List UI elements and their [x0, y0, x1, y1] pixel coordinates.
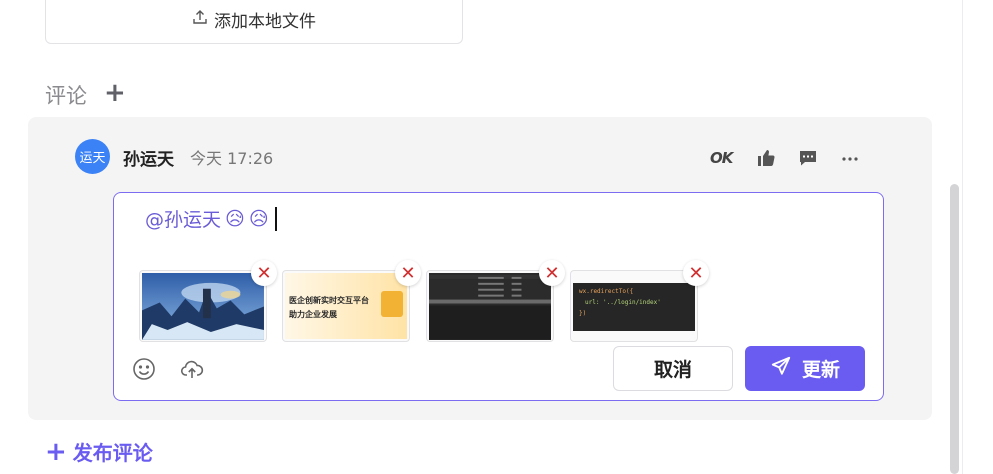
add-local-file-button[interactable]: 添加本地文件 [45, 0, 463, 44]
add-comment-plus-icon[interactable]: + [104, 79, 126, 107]
update-button[interactable]: 更新 [745, 346, 865, 391]
banner-caption-line2: 助力企业发展 [289, 310, 337, 319]
log-table-screenshot [429, 273, 551, 340]
cancel-button[interactable]: 取消 [613, 346, 733, 391]
banner-graphic [381, 291, 403, 317]
sad-emoji: 😥 [248, 207, 269, 230]
publish-comment-label: 发布评论 [72, 441, 153, 465]
remove-image-button[interactable]: ✕ [395, 260, 421, 286]
avatar: 运天 [75, 139, 110, 174]
emoji-icon[interactable] [131, 356, 157, 382]
code-line: url: '../login/index' [585, 299, 661, 306]
more-icon[interactable] [838, 147, 862, 169]
code-snippet-screenshot: wx.redirectTo({ url: '../login/index' }) [573, 283, 695, 331]
code-line: wx.redirectTo({ [579, 288, 634, 295]
ok-reaction-button[interactable]: OK [710, 149, 736, 167]
cloud-upload-icon[interactable] [179, 356, 205, 382]
editor-content[interactable]: @孙运天 😥 😥 [145, 205, 277, 232]
send-icon [770, 355, 792, 382]
attached-image-log-table[interactable] [426, 270, 554, 342]
remove-image-button[interactable]: ✕ [251, 260, 277, 286]
comments-title: 评论 [45, 84, 87, 108]
attached-image-banner[interactable]: 医企创新实时交互平台 助力企业发展 [282, 270, 410, 342]
sad-emoji: 😥 [225, 207, 245, 230]
mention-text: @孙运天 [145, 209, 222, 231]
code-line: }) [579, 310, 587, 317]
thumbs-up-icon[interactable] [754, 147, 778, 169]
plus-icon: + [45, 436, 67, 467]
banner-image: 医企创新实时交互平台 助力企业发展 [285, 273, 407, 339]
comment-author: 孙运天 [123, 150, 174, 170]
publish-comment-button[interactable]: + 发布评论 [45, 437, 153, 466]
attached-image-code-snippet[interactable]: wx.redirectTo({ url: '../login/index' }) [570, 270, 698, 342]
comment-time: 今天 17:26 [190, 149, 274, 168]
text-caret [274, 206, 277, 231]
scrollbar-thumb[interactable] [950, 184, 959, 474]
add-local-file-label: 添加本地文件 [214, 11, 316, 32]
remove-image-button[interactable]: ✕ [683, 260, 709, 286]
game-landscape-image [142, 273, 264, 340]
attached-image-game-landscape[interactable] [139, 270, 267, 342]
comment-actions: OK [710, 147, 862, 169]
banner-caption-line1: 医企创新实时交互平台 [289, 296, 369, 305]
update-button-label: 更新 [801, 359, 840, 381]
remove-image-button[interactable]: ✕ [539, 260, 565, 286]
reply-comment-icon[interactable] [796, 147, 820, 169]
scrollbar-track [962, 0, 963, 474]
upload-icon [192, 9, 208, 30]
